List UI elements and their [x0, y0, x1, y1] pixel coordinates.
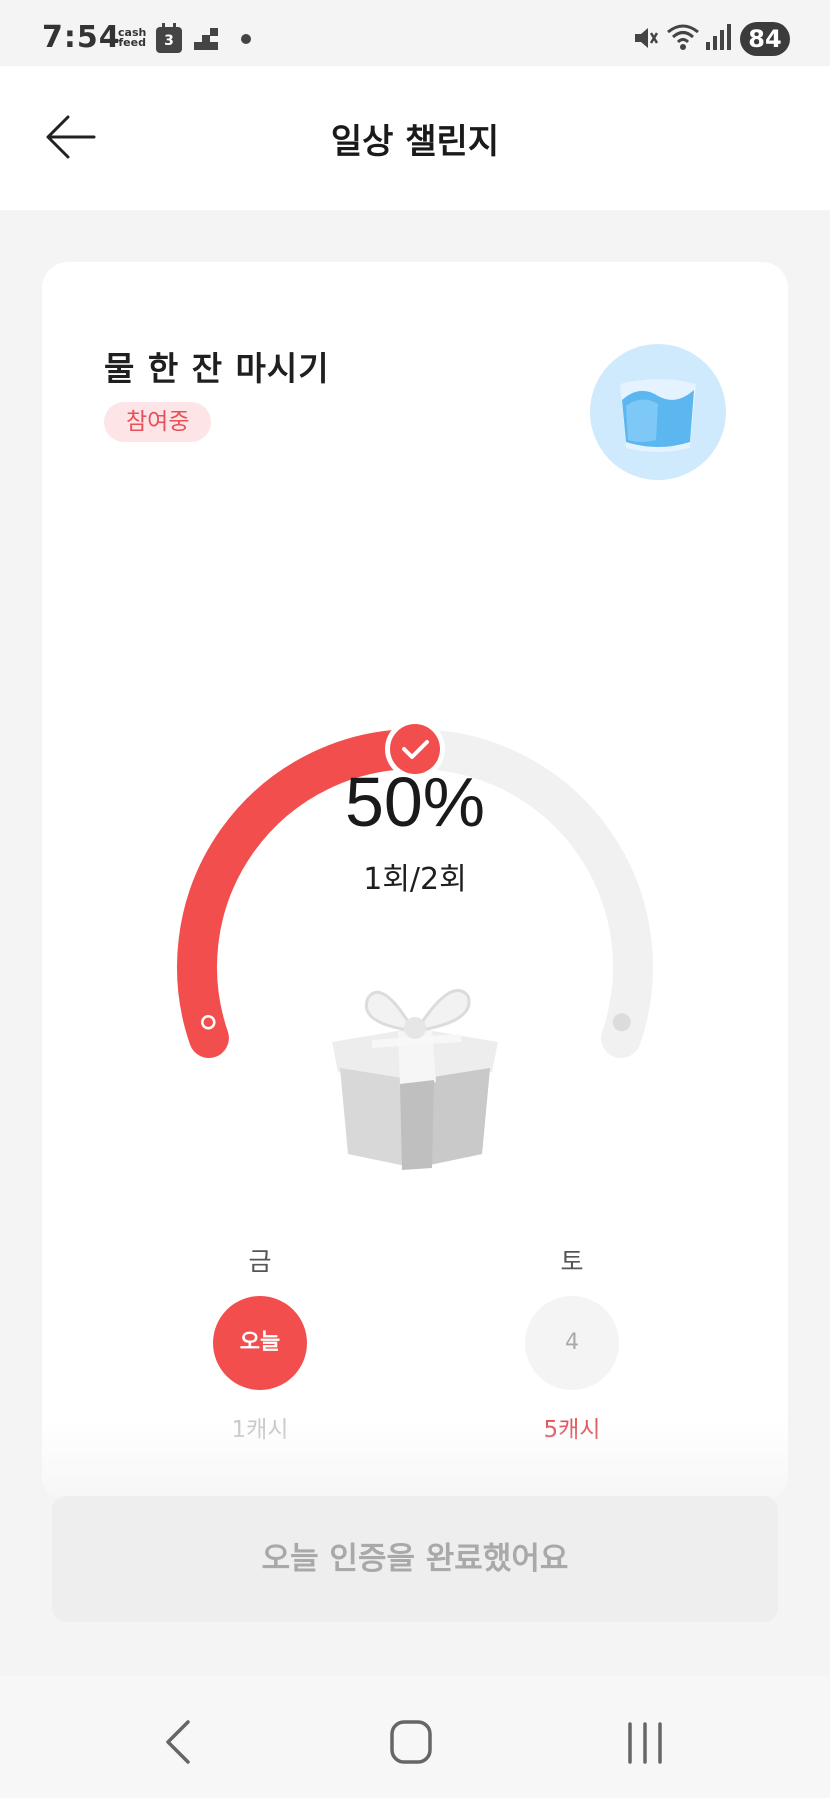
challenge-title: 물 한 잔 마시기 — [104, 349, 330, 388]
day-today-circle[interactable]: 오늘 — [213, 1296, 307, 1390]
challenge-card: 물 한 잔 마시기 참여중 50% 1회/2회 금 오늘 토 4 — [42, 262, 788, 1502]
water-glass-icon — [590, 344, 726, 480]
day-weekday: 토 — [560, 1247, 584, 1276]
day-saturday: 토 4 5캐시 — [522, 1242, 622, 1444]
cashfeed-line2: feed — [118, 36, 146, 49]
day-date-circle[interactable]: 4 — [525, 1296, 619, 1390]
day-friday: 금 오늘 1캐시 — [210, 1242, 310, 1444]
battery-indicator: 84 — [740, 22, 790, 56]
progress-percent: 50% — [344, 763, 486, 841]
system-nav-bar — [0, 1676, 830, 1798]
certification-complete-button[interactable]: 오늘 인증을 완료했어요 — [52, 1496, 778, 1622]
status-badge: 참여중 — [104, 402, 212, 442]
nav-home-button[interactable] — [376, 1712, 446, 1772]
gift-box-icon — [332, 989, 498, 1170]
page-title: 일상 챌린지 — [330, 122, 500, 162]
nav-recents-button[interactable] — [610, 1712, 680, 1772]
progress-count: 1회/2회 — [363, 862, 467, 897]
notification-dot-icon — [241, 34, 251, 44]
wifi-icon — [667, 24, 699, 50]
nav-recents-icon — [628, 1722, 662, 1764]
gauge-end-dot — [612, 1013, 631, 1032]
nav-back-icon — [166, 1720, 190, 1764]
stairs-icon — [194, 28, 218, 50]
nav-back-button[interactable] — [144, 1712, 214, 1772]
status-bar: 7:54 cash feed 3 84 — [0, 0, 830, 66]
calendar-icon: 3 — [156, 23, 182, 53]
app-header: 일상 챌린지 — [0, 66, 830, 210]
cashfeed-icon: cash feed — [118, 27, 146, 49]
nav-home-icon — [390, 1720, 432, 1764]
status-time: 7:54 — [42, 20, 121, 55]
day-weekday: 금 — [248, 1247, 272, 1276]
signal-icon — [706, 24, 731, 50]
mute-icon — [635, 28, 658, 48]
